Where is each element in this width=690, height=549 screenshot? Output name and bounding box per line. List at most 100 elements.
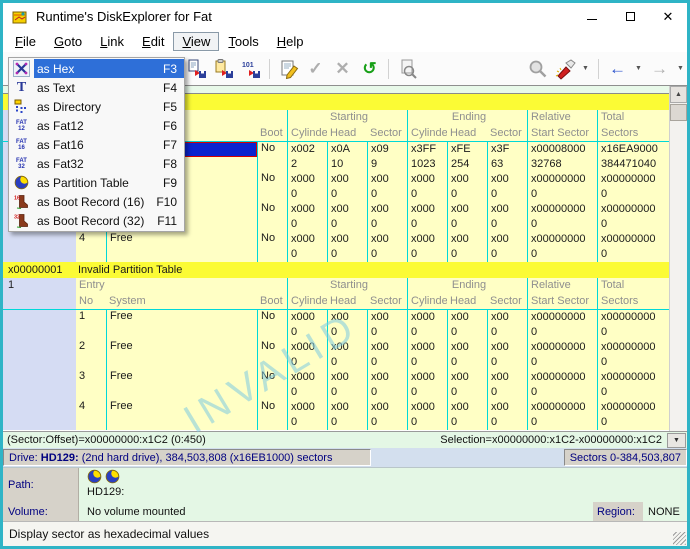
value-cell[interactable]: xFE254	[447, 142, 487, 172]
undo-button[interactable]: ↺	[357, 56, 382, 82]
forward-button[interactable]: →	[647, 56, 672, 82]
value-cell[interactable]: x000	[367, 340, 407, 370]
value-cell[interactable]: x000	[327, 202, 367, 232]
boot-cell[interactable]: No	[257, 142, 287, 172]
value-cell[interactable]: x000	[327, 400, 367, 430]
value-cell[interactable]: x000	[367, 310, 407, 340]
menu-item-as-directory[interactable]: as Directory F5	[9, 97, 184, 116]
value-cell[interactable]: x000	[447, 232, 487, 262]
value-cell[interactable]: x000	[327, 232, 367, 262]
value-cell[interactable]: x000	[487, 172, 527, 202]
boot-cell[interactable]: No	[257, 400, 287, 430]
menu-item-as-fat12[interactable]: FAT12 as Fat12 F6	[9, 116, 184, 135]
value-cell[interactable]: x000	[327, 340, 367, 370]
scrollbar-thumb[interactable]	[670, 104, 687, 121]
value-cell[interactable]: x16EA9000384471040	[597, 142, 669, 172]
menu-item-as-text[interactable]: T as Text F4	[9, 78, 184, 97]
value-cell[interactable]: x000	[487, 370, 527, 400]
discard-changes-button[interactable]: ✕	[330, 56, 355, 82]
system-cell[interactable]: Free	[106, 232, 257, 262]
path-value[interactable]: HD129:	[87, 486, 124, 498]
menu-edit[interactable]: Edit	[133, 32, 173, 51]
value-cell[interactable]: x0000	[407, 370, 447, 400]
back-button[interactable]: ←	[605, 56, 630, 82]
value-cell[interactable]: x0000	[407, 172, 447, 202]
menu-item-as-partition-table[interactable]: as Partition Table F9	[9, 173, 184, 192]
value-cell[interactable]: x0000	[287, 172, 327, 202]
highlight-dropdown[interactable]: ▼	[579, 56, 592, 82]
print-preview-button[interactable]	[395, 56, 420, 82]
menu-tools[interactable]: Tools	[219, 32, 267, 51]
menu-help[interactable]: Help	[268, 32, 313, 51]
value-cell[interactable]: x0000	[287, 310, 327, 340]
menu-link[interactable]: Link	[91, 32, 133, 51]
edit-sector-button[interactable]	[276, 56, 301, 82]
entry-no-cell[interactable]: 3	[76, 370, 106, 400]
apply-changes-button[interactable]: ✓	[303, 56, 328, 82]
search-button[interactable]	[525, 56, 550, 82]
value-cell[interactable]: x0000	[287, 370, 327, 400]
value-cell[interactable]: x000	[447, 202, 487, 232]
system-cell[interactable]: Free	[106, 370, 257, 400]
value-cell[interactable]: x000	[367, 172, 407, 202]
value-cell[interactable]: x000	[327, 370, 367, 400]
value-cell[interactable]: x000000000	[597, 400, 669, 430]
value-cell[interactable]: x0000	[407, 340, 447, 370]
value-cell[interactable]: x000000000	[597, 370, 669, 400]
boot-cell[interactable]: No	[257, 310, 287, 340]
menu-item-as-boot-record-32[interactable]: 32 as Boot Record (32) F11	[9, 211, 184, 230]
menu-view[interactable]: View	[173, 32, 219, 51]
value-cell[interactable]: x0000	[407, 232, 447, 262]
value-cell[interactable]: x0000	[287, 340, 327, 370]
close-button[interactable]: ✕	[649, 3, 687, 30]
value-cell[interactable]: x000	[447, 310, 487, 340]
value-cell[interactable]: x0000	[287, 202, 327, 232]
menu-item-as-boot-record-16[interactable]: 16 as Boot Record (16) F10	[9, 192, 184, 211]
value-cell[interactable]: x000	[327, 310, 367, 340]
value-cell[interactable]: x0022	[287, 142, 327, 172]
menu-file[interactable]: File	[6, 32, 45, 51]
value-cell[interactable]: x000	[487, 340, 527, 370]
entry-no-cell[interactable]: 4	[76, 232, 106, 262]
value-cell[interactable]: x000000000	[527, 400, 597, 430]
value-cell[interactable]: x000	[487, 232, 527, 262]
boot-cell[interactable]: No	[257, 340, 287, 370]
value-cell[interactable]: x000000000	[527, 202, 597, 232]
value-cell[interactable]: x0A10	[327, 142, 367, 172]
back-dropdown[interactable]: ▼	[632, 56, 645, 82]
selection-dropdown-button[interactable]: ▼	[667, 433, 686, 448]
system-cell[interactable]: Free	[106, 340, 257, 370]
partition-icon[interactable]	[87, 469, 102, 484]
value-cell[interactable]: x0000800032768	[527, 142, 597, 172]
value-cell[interactable]: x000000000	[527, 340, 597, 370]
menu-item-as-fat16[interactable]: FAT16 as Fat16 F7	[9, 135, 184, 154]
forward-dropdown[interactable]: ▼	[674, 56, 687, 82]
resize-grip[interactable]	[673, 532, 686, 545]
value-cell[interactable]: x000	[367, 232, 407, 262]
maximize-button[interactable]	[611, 3, 649, 30]
value-cell[interactable]: x0000	[287, 232, 327, 262]
value-cell[interactable]: x000	[487, 310, 527, 340]
menu-item-as-fat32[interactable]: FAT32 as Fat32 F8	[9, 154, 184, 173]
vertical-scrollbar[interactable]: ▲	[669, 86, 687, 431]
entry-no-cell[interactable]: 2	[76, 340, 106, 370]
entry-no-cell[interactable]: 1	[76, 310, 106, 340]
scroll-up-button[interactable]: ▲	[670, 86, 687, 103]
value-cell[interactable]: x000000000	[597, 232, 669, 262]
value-cell[interactable]: x3F63	[487, 142, 527, 172]
highlight-button[interactable]	[552, 56, 577, 82]
value-cell[interactable]: x000	[327, 172, 367, 202]
value-cell[interactable]: x3FF1023	[407, 142, 447, 172]
partition-icon[interactable]	[105, 469, 120, 484]
value-cell[interactable]: x000000000	[527, 172, 597, 202]
value-cell[interactable]: x000000000	[527, 370, 597, 400]
value-cell[interactable]: x000000000	[527, 232, 597, 262]
value-cell[interactable]: x000	[447, 340, 487, 370]
export-to-clipboard-button[interactable]	[211, 56, 236, 82]
minimize-button[interactable]	[573, 3, 611, 30]
value-cell[interactable]: x000000000	[597, 172, 669, 202]
value-cell[interactable]: x000	[367, 370, 407, 400]
value-cell[interactable]: x099	[367, 142, 407, 172]
value-cell[interactable]: x000000000	[527, 310, 597, 340]
boot-cell[interactable]: No	[257, 172, 287, 202]
